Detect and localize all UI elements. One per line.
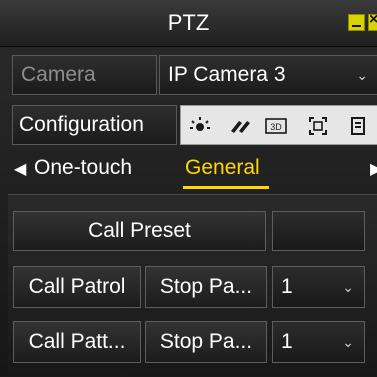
stop-pattern-button[interactable]: Stop Pa... [145, 321, 267, 363]
chevron-down-icon: ⌄ [356, 67, 368, 83]
wiper-icon[interactable] [229, 115, 251, 137]
tab-scroll-right-icon[interactable]: ▶ [370, 159, 377, 179]
tab-general[interactable]: General [185, 151, 260, 185]
preset-number-input[interactable] [272, 211, 365, 251]
general-panel: Call Preset Call Patrol Stop Pa... 1 ⌄ C… [8, 194, 377, 377]
call-patrol-button[interactable]: Call Patrol [13, 266, 141, 308]
patrol-select[interactable]: 1 ⌄ [272, 266, 365, 308]
tab-scroll-left-icon[interactable]: ◀ [14, 159, 26, 179]
configuration-row: Configuration 3D [12, 105, 377, 145]
tab-bar: ◀ One-touch General ▶ [12, 151, 377, 189]
menu-icon[interactable] [347, 115, 369, 137]
pattern-select[interactable]: 1 ⌄ [272, 321, 365, 363]
camera-select-value: IP Camera 3 [168, 63, 286, 86]
stop-patrol-button[interactable]: Stop Pa... [145, 266, 267, 308]
camera-row: Camera IP Camera 3 ⌄ [12, 55, 377, 95]
title-bar: PTZ [0, 0, 377, 47]
ptz-toolbar: 3D [180, 105, 377, 145]
window-title: PTZ [167, 10, 210, 35]
camera-label: Camera [12, 55, 157, 95]
configuration-button[interactable]: Configuration [12, 105, 177, 145]
ptz-window: PTZ Camera IP Camera 3 ⌄ Configuration [0, 0, 377, 377]
light-bulb-icon[interactable] [189, 115, 211, 137]
3d-zoom-icon[interactable]: 3D [265, 115, 287, 137]
close-icon[interactable] [368, 11, 377, 31]
chevron-down-icon: ⌄ [342, 334, 354, 350]
minimize-icon[interactable] [348, 14, 365, 31]
call-pattern-button[interactable]: Call Patt... [13, 321, 141, 363]
camera-select[interactable]: IP Camera 3 ⌄ [159, 55, 377, 95]
3d-label: 3D [270, 122, 282, 132]
active-tab-indicator [183, 186, 269, 189]
pattern-select-value: 1 [281, 330, 293, 353]
call-preset-button[interactable]: Call Preset [13, 211, 266, 251]
chevron-down-icon: ⌄ [342, 279, 354, 295]
tab-one-touch[interactable]: One-touch [34, 151, 132, 185]
patrol-select-value: 1 [281, 275, 293, 298]
lens-init-icon[interactable] [307, 115, 329, 137]
